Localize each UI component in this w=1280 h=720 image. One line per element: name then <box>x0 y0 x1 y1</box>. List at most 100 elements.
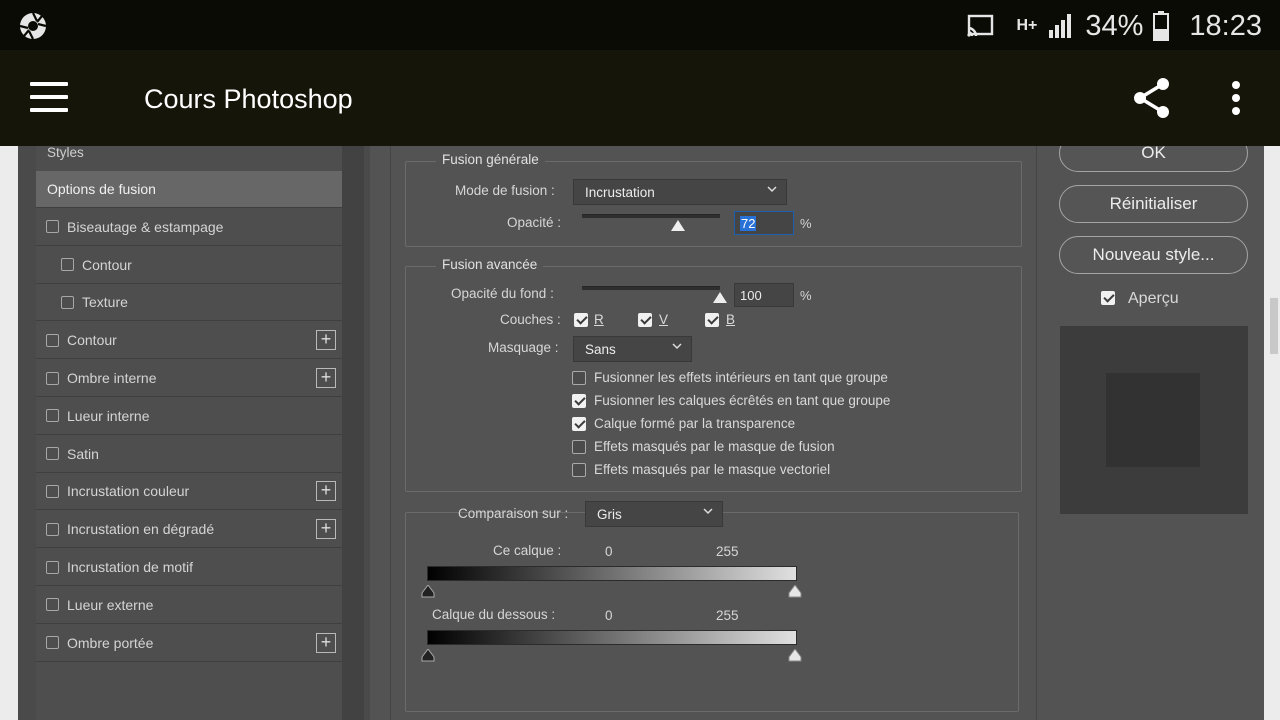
channel-v-checkbox[interactable] <box>638 313 652 327</box>
styles-scrollbar[interactable] <box>342 146 364 720</box>
more-vert-icon[interactable] <box>1229 80 1243 116</box>
style-item-checkbox[interactable] <box>46 636 59 650</box>
preview-checkbox[interactable] <box>1101 291 1115 305</box>
this-layer-black-slider[interactable] <box>421 585 435 598</box>
style-item-checkbox[interactable] <box>46 220 59 234</box>
style-item-label: Texture <box>82 294 128 311</box>
style-item-checkbox[interactable] <box>46 522 59 536</box>
opacity-slider-track[interactable] <box>582 214 720 218</box>
app-title: Cours Photoshop <box>144 84 353 114</box>
style-item-label: Biseautage & estampage <box>67 218 224 235</box>
advanced-option-checkbox[interactable] <box>572 417 586 431</box>
advanced-option-checkbox[interactable] <box>572 371 586 385</box>
fill-opacity-value: 100 <box>740 287 762 303</box>
style-item[interactable]: Incrustation en dégradé + <box>36 511 342 549</box>
this-layer-white-slider[interactable] <box>788 585 802 598</box>
underlying-layer-min: 0 <box>605 608 613 623</box>
reset-button[interactable]: Réinitialiser <box>1059 185 1248 223</box>
add-effect-icon[interactable]: + <box>316 632 336 653</box>
knockout-value: Sans <box>585 341 616 357</box>
style-item[interactable]: Contour + <box>36 322 342 360</box>
battery-percent: 34% <box>1085 9 1144 42</box>
underlying-white-slider[interactable] <box>788 649 802 662</box>
style-item-checkbox[interactable] <box>46 333 59 347</box>
style-item-label: Incrustation couleur <box>67 483 190 500</box>
style-item-checkbox[interactable] <box>61 258 74 272</box>
style-preview-swatch <box>1106 373 1200 467</box>
style-item-label: Satin <box>67 445 99 462</box>
underlying-layer-max: 255 <box>716 608 739 623</box>
fill-opacity-slider-thumb[interactable] <box>713 292 727 303</box>
knockout-dropdown[interactable]: Sans <box>573 336 692 362</box>
chevron-down-icon <box>767 186 777 193</box>
clock: 18:23 <box>1189 9 1262 42</box>
fill-opacity-input[interactable]: 100 <box>734 283 794 307</box>
style-item[interactable]: Ombre interne + <box>36 360 342 397</box>
style-item[interactable]: Satin <box>36 436 342 473</box>
underlying-black-slider[interactable] <box>421 649 435 662</box>
general-blending-title: Fusion générale <box>436 152 545 167</box>
this-layer-label: Ce calque : <box>493 543 562 558</box>
styles-header: Styles <box>47 146 84 160</box>
opacity-label: Opacité : <box>507 215 562 230</box>
style-item[interactable]: Ombre portée + <box>36 625 342 662</box>
style-item-checkbox[interactable] <box>46 560 59 574</box>
style-item-label: Ombre interne <box>67 370 157 386</box>
style-item[interactable]: Texture <box>36 284 342 322</box>
advanced-option-label: Calque formé par la transparence <box>594 416 796 431</box>
add-effect-icon[interactable]: + <box>316 368 336 388</box>
add-effect-icon[interactable]: + <box>316 481 336 502</box>
advanced-option-checkbox[interactable] <box>572 463 586 477</box>
advanced-option-checkbox[interactable] <box>572 440 586 454</box>
aperture-icon <box>19 12 47 40</box>
channel-b-checkbox[interactable] <box>705 313 719 327</box>
advanced-option-checkbox[interactable] <box>572 394 586 408</box>
status-bar: H+ 34% 18:23 <box>0 0 1280 50</box>
channel-r-checkbox[interactable] <box>574 313 588 327</box>
opacity-slider-thumb[interactable] <box>671 220 686 231</box>
style-item[interactable]: Incrustation de motif <box>36 549 342 586</box>
blend-mode-dropdown[interactable]: Incrustation <box>573 179 787 205</box>
article-content: Styles Options de fusion Biseautage & est… <box>0 146 1280 720</box>
style-item[interactable]: Incrustation couleur + <box>36 473 342 511</box>
new-style-button[interactable]: Nouveau style... <box>1059 236 1248 274</box>
style-item[interactable]: Options de fusion <box>36 171 342 208</box>
chevron-down-icon <box>672 343 682 350</box>
add-effect-icon[interactable]: + <box>316 519 336 540</box>
this-layer-min: 0 <box>605 544 613 559</box>
fill-opacity-slider-track[interactable] <box>582 286 720 290</box>
underlying-layer-gradient[interactable] <box>427 630 797 645</box>
style-item[interactable]: Contour <box>36 247 342 284</box>
advanced-option-label: Effets masqués par le masque vectoriel <box>594 462 831 477</box>
menu-icon[interactable] <box>30 82 68 112</box>
style-item-checkbox[interactable] <box>61 295 74 309</box>
chevron-down-icon <box>703 508 713 515</box>
style-item-checkbox[interactable] <box>46 598 59 612</box>
channel-r-label: R <box>594 312 604 327</box>
style-item[interactable]: Lueur interne <box>36 398 342 435</box>
app-bar: Cours Photoshop <box>0 50 1280 146</box>
opacity-input[interactable]: 72 <box>734 211 794 235</box>
style-item[interactable]: Biseautage & estampage <box>36 209 342 246</box>
add-effect-icon[interactable]: + <box>316 330 336 351</box>
style-item-label: Options de fusion <box>47 181 156 197</box>
style-item-label: Contour <box>82 256 132 273</box>
style-item-label: Lueur externe <box>67 596 154 613</box>
advanced-option-label: Fusionner les calques écrêtés en tant qu… <box>594 393 891 408</box>
style-item-checkbox[interactable] <box>46 409 59 423</box>
this-layer-gradient[interactable] <box>427 566 797 581</box>
style-item-checkbox[interactable] <box>46 447 59 461</box>
style-item-checkbox[interactable] <box>46 371 59 385</box>
fill-opacity-unit: % <box>800 288 812 303</box>
channel-v-label: V <box>659 312 669 327</box>
ok-button[interactable]: OK <box>1059 146 1248 172</box>
page-scrollbar[interactable] <box>1270 298 1278 354</box>
blend-mode-value: Incrustation <box>585 184 655 200</box>
style-item-label: Incrustation en dégradé <box>67 521 215 538</box>
style-item[interactable]: Lueur externe <box>36 587 342 624</box>
share-icon[interactable] <box>1132 77 1172 119</box>
style-item-checkbox[interactable] <box>46 484 59 498</box>
blend-if-dropdown[interactable]: Gris <box>585 501 723 527</box>
blend-if-value: Gris <box>597 506 622 522</box>
advanced-blending-title: Fusion avancée <box>436 257 544 272</box>
